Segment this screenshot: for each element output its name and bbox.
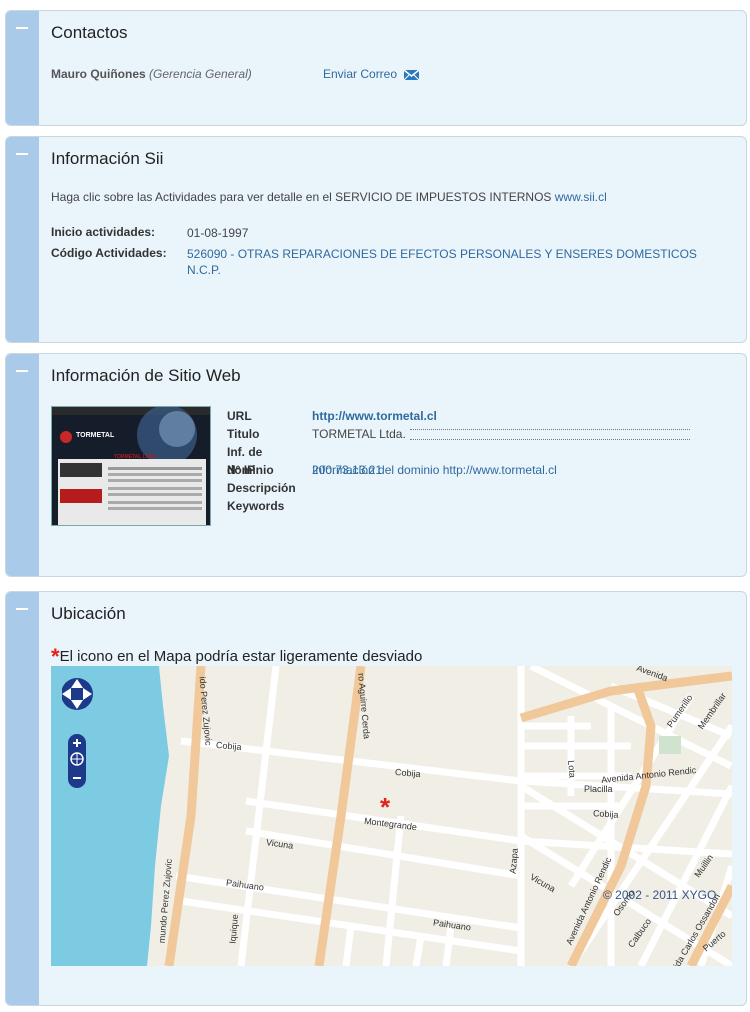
sii-intro: Haga clic sobre las Actividades para ver… [51, 190, 607, 204]
zoom-out-icon[interactable] [68, 770, 86, 788]
codigo-label: Código Actividades: [51, 246, 167, 260]
titulo-divider [410, 429, 690, 440]
panel-title: Contactos [51, 23, 128, 42]
codigo-value-link[interactable]: 526090 - OTRAS REPARACIONES DE EFECTOS P… [187, 246, 697, 278]
send-email-label[interactable]: Enviar Correo [323, 67, 397, 81]
titulo-value: TORMETAL Ltda. [312, 427, 406, 441]
panel-side-bar [6, 592, 39, 1005]
website-thumbnail[interactable]: TORMETAL TORMETAL LTDA. [51, 406, 211, 526]
collapse-icon[interactable] [16, 153, 28, 155]
collapse-icon[interactable] [16, 370, 28, 372]
ubicacion-panel: Ubicación * El icono en el Mapa podría es… [5, 591, 747, 1006]
panel-title: Información de Sitio Web [51, 366, 241, 385]
map-note-text: El icono en el Mapa podría estar ligeram… [59, 648, 423, 665]
thumb-heading: TORMETAL LTDA. [114, 454, 157, 460]
panel-title: Ubicación [51, 604, 126, 623]
location-map[interactable]: ido Perez Zujovic mundo Perez Zujovic ro… [51, 666, 732, 966]
collapse-icon[interactable] [16, 608, 28, 610]
descripcion-row: Descripción [227, 479, 557, 497]
panel-title: Información Sii [51, 149, 164, 168]
titulo-label: Titulo [227, 427, 260, 441]
street-label: Cobija [215, 739, 242, 753]
thumb-logo: TORMETAL [76, 432, 115, 439]
keywords-label: Keywords [227, 499, 285, 513]
contactos-panel: Contactos Mauro Quiñones (Gerencia Gener… [5, 10, 747, 126]
location-marker-icon[interactable]: * [380, 794, 390, 820]
sii-link[interactable]: www.sii.cl [555, 190, 607, 204]
ip-row: N° IP 200.73.13.21 [227, 461, 557, 479]
map-copyright: © 2002 - 2011 XYGO [603, 888, 717, 902]
descripcion-label: Descripción [227, 481, 296, 495]
collapse-icon[interactable] [16, 27, 28, 29]
send-email-link[interactable]: Enviar Correo [323, 67, 420, 81]
keywords-row: Keywords [227, 497, 557, 515]
inicio-label: Inicio actividades: [51, 225, 156, 239]
inicio-actividades-row: Inicio actividades: 01-08-1997 [51, 225, 697, 241]
contact-role: (Gerencia General) [149, 67, 252, 81]
sii-intro-text: Haga clic sobre las Actividades para ver… [51, 190, 552, 204]
url-label: URL [227, 409, 252, 423]
street-label: Cobija [592, 808, 619, 820]
ip-value[interactable]: 200.73.13.21 [312, 461, 382, 479]
inicio-value: 01-08-1997 [187, 226, 249, 240]
street-label: Cobija [394, 766, 421, 780]
web-panel: Información de Sitio Web TORMETAL TORMET… [5, 353, 747, 577]
envelope-icon[interactable] [404, 69, 420, 80]
pan-control-icon[interactable] [62, 676, 94, 710]
map-navigation [62, 676, 94, 788]
website-info-table: URL http://www.tormetal.cl Titulo TORMETAL… [227, 407, 690, 515]
sii-panel: Información Sii Haga clic sobre las Acti… [5, 136, 747, 343]
ip-label: N° IP [227, 463, 256, 477]
titulo-row: Titulo TORMETAL Ltda. [227, 425, 690, 443]
panel-side-bar [6, 354, 39, 576]
contact-person: Mauro Quiñones (Gerencia General) [51, 67, 252, 81]
zoom-in-icon[interactable] [68, 734, 86, 750]
street-label: Lota [566, 759, 578, 779]
globe-icon[interactable] [68, 751, 86, 769]
codigo-actividades-row: Código Actividades: 526090 - OTRAS REPARA… [51, 246, 697, 278]
url-row: URL http://www.tormetal.cl [227, 407, 557, 425]
street-label: Placilla [584, 784, 613, 794]
panel-side-bar [6, 137, 39, 342]
dominio-row: Inf. de dominio Información del dominio h… [227, 443, 557, 477]
contact-name: Mauro Quiñones [51, 67, 146, 81]
url-link[interactable]: http://www.tormetal.cl [312, 407, 437, 425]
